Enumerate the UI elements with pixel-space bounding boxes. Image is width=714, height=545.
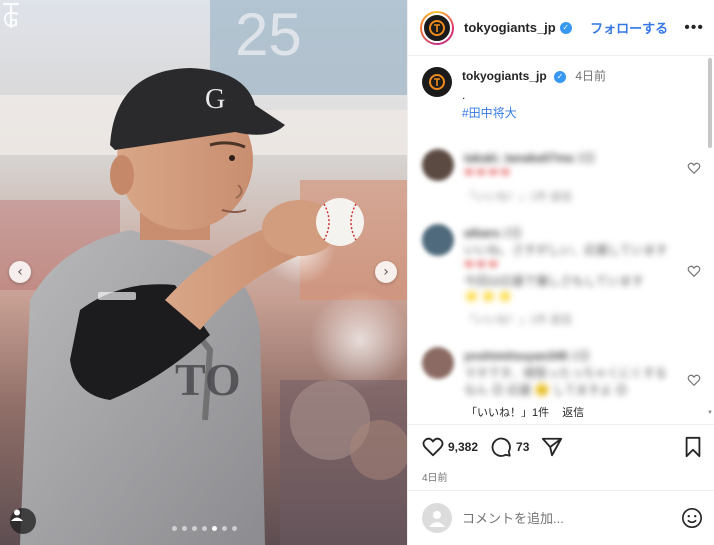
more-options-button[interactable]: •••: [684, 19, 704, 37]
comment-item: takaki_tanaka07ma 3日 ❤❤❤❤ 「いいね！」1件 返信: [408, 149, 714, 204]
post-actions: 9,382 73 4日前: [408, 424, 714, 484]
giants-logo-icon: [429, 19, 445, 36]
post-header: tokyogiants_jp ✓ フォローする •••: [408, 0, 714, 56]
comment-time: 3日: [576, 151, 596, 165]
comment-avatar[interactable]: [422, 224, 454, 256]
comment-reply-row: 「いいね！」1件 返信: [408, 404, 714, 417]
comment-username[interactable]: aibaru: [464, 226, 500, 240]
comment-input[interactable]: [462, 510, 681, 526]
comment-time: 2日: [503, 226, 523, 240]
caption-username[interactable]: tokyogiants_jp: [462, 69, 547, 83]
verified-badge-icon: ✓: [559, 21, 572, 34]
carousel-dot: [222, 526, 227, 531]
comment-text: なん 😊 応援 🙂 してますよ 😊: [464, 383, 628, 397]
profile-avatar-ring[interactable]: [420, 10, 454, 45]
post-photo: 25 TO G ‹ ›: [0, 0, 407, 545]
user-tag-icon: [11, 509, 23, 521]
comment-likes-count[interactable]: 「いいね！」1件: [466, 407, 549, 417]
scroll-down-arrow-icon[interactable]: ▼: [707, 410, 713, 416]
tagged-users-button[interactable]: [10, 508, 36, 534]
add-comment-bar: [408, 490, 714, 545]
reply-button[interactable]: 返信: [562, 407, 584, 417]
comment-username[interactable]: takaki_tanaka07ma: [464, 151, 573, 165]
comments-count[interactable]: 73: [516, 440, 529, 454]
comment-text: マネです、頑張ったっちゃくにくする: [464, 366, 667, 380]
carousel-dot: [232, 526, 237, 531]
carousel-dot: [202, 526, 207, 531]
comment-meta: 「いいね！」1件 返信: [464, 314, 573, 326]
comment-avatar[interactable]: [422, 347, 454, 379]
comment-item: aibaru 2日 いいね、さすがしい、応援しています ❤❤❤ 今回は応援で優し…: [408, 224, 714, 327]
current-user-avatar: [422, 503, 452, 533]
svg-text:TO: TO: [175, 354, 241, 405]
default-user-icon: [429, 511, 445, 527]
player-photo-illustration: 25 TO G: [0, 0, 407, 545]
comment-item: yoshimitsuyan345 2日 マネです、頑張ったっちゃくにくする なん…: [408, 347, 714, 398]
send-icon[interactable]: [541, 436, 563, 458]
emoji-icon[interactable]: [681, 507, 703, 529]
svg-text:G: G: [205, 84, 225, 115]
carousel-dot-active: [212, 526, 217, 531]
comment-like-heart-icon[interactable]: [687, 373, 701, 387]
comment-text: ⭐⭐⭐: [464, 289, 515, 303]
chevron-right-icon: ›: [383, 264, 389, 280]
chevron-left-icon: ‹: [17, 264, 23, 280]
comment-avatar[interactable]: [422, 149, 454, 181]
caption-text: .: [462, 88, 466, 102]
comments-list[interactable]: tokyogiants_jp ✓ 4日前 . #田中将大 takaki_tana…: [408, 57, 714, 417]
carousel-next-button[interactable]: ›: [375, 261, 397, 283]
comment-username[interactable]: yoshimitsuyan345: [464, 349, 568, 363]
post-caption: tokyogiants_jp ✓ 4日前 . #田中将大: [408, 57, 714, 121]
carousel-prev-button[interactable]: ‹: [9, 261, 31, 283]
comment-like-heart-icon[interactable]: [687, 161, 701, 175]
carousel-dot: [192, 526, 197, 531]
carousel-dot: [172, 526, 177, 531]
likes-count[interactable]: 9,382: [448, 440, 478, 454]
comment-text: ❤❤❤: [464, 258, 501, 272]
svg-text:25: 25: [235, 1, 302, 68]
post-detail-panel: tokyogiants_jp ✓ フォローする ••• tokyogiants_…: [407, 0, 714, 545]
comment-time: 2日: [571, 349, 591, 363]
comments-scrollbar[interactable]: [708, 58, 712, 148]
comment-like-heart-icon[interactable]: [687, 264, 701, 278]
header-username[interactable]: tokyogiants_jp: [464, 20, 556, 35]
caption-avatar[interactable]: [422, 67, 452, 97]
giants-logo-icon: [429, 74, 445, 90]
comment-text: いいね、さすがしい、応援しています: [464, 243, 668, 257]
carousel-dot: [182, 526, 187, 531]
caption-time: 4日前: [575, 69, 607, 83]
giants-logo-watermark: [3, 2, 19, 28]
hashtag-link[interactable]: #田中将大: [462, 104, 606, 121]
verified-badge-icon: ✓: [554, 70, 567, 83]
bookmark-icon[interactable]: [683, 436, 703, 458]
comment-text: ❤❤❤❤: [464, 166, 513, 180]
heart-icon[interactable]: [422, 436, 444, 458]
comment-text: 今回は応援で優しさもしています: [464, 274, 644, 288]
post-date[interactable]: 4日前: [422, 469, 703, 484]
follow-button[interactable]: フォローする: [590, 18, 668, 37]
comment-meta: 「いいね！」1件 返信: [464, 191, 573, 203]
comment-icon[interactable]: [490, 436, 512, 458]
carousel-indicator: [172, 526, 237, 531]
avatar: [422, 12, 452, 43]
